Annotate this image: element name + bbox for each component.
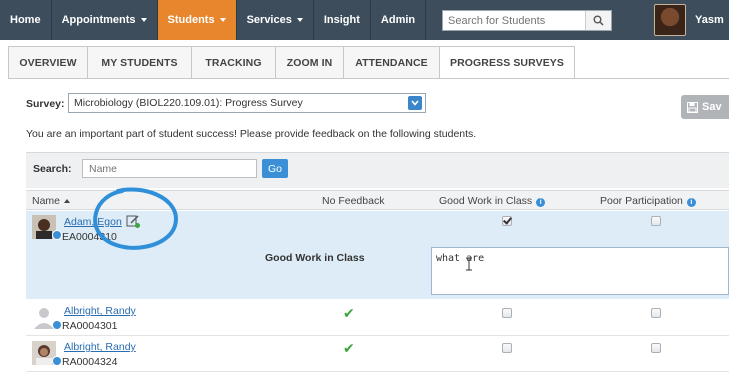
save-button-label: Sav <box>702 101 722 113</box>
nav-students-label: Students <box>167 14 215 26</box>
comment-category-label: Good Work in Class <box>265 252 365 264</box>
chevron-down-icon <box>296 18 303 22</box>
column-header-no-feedback: No Feedback <box>322 195 385 207</box>
student-id: RA0004324 <box>62 356 118 368</box>
save-button[interactable]: Sav <box>681 95 729 119</box>
student-search-input[interactable] <box>443 11 585 30</box>
tab-zoom-in-label: ZOOM IN <box>286 56 333 69</box>
tab-progress-surveys-label: PROGRESS SURVEYS <box>449 57 565 69</box>
name-search-input[interactable] <box>82 159 257 178</box>
tab-my-students-label: MY STUDENTS <box>101 56 178 69</box>
poor-participation-checkbox[interactable] <box>651 216 661 226</box>
magnify-icon[interactable] <box>52 356 62 366</box>
poor-participation-checkbox[interactable] <box>651 308 661 318</box>
nav-home[interactable]: Home <box>0 0 52 40</box>
column-poor-participation-label: Poor Participation <box>600 195 683 207</box>
top-navigation: Home Appointments Students Services Insi… <box>0 0 729 40</box>
info-icon[interactable]: i <box>686 198 696 207</box>
good-work-checkbox[interactable] <box>502 343 512 353</box>
nav-admin-label: Admin <box>380 14 416 26</box>
nav-insight-label: Insight <box>323 14 360 26</box>
column-header-good-work: Good Work in Class i <box>439 195 546 207</box>
student-name-link[interactable]: Albright, Randy <box>64 341 136 353</box>
column-name-label: Name <box>32 195 61 207</box>
tab-overview-label: OVERVIEW <box>19 56 77 69</box>
check-mark-icon[interactable]: ✔ <box>343 305 355 322</box>
annotation-circle <box>93 187 179 250</box>
tab-overview[interactable]: OVERVIEW <box>8 46 88 78</box>
nav-students[interactable]: Students <box>157 0 237 40</box>
student-id: RA0004301 <box>62 320 118 332</box>
search-icon <box>593 15 604 26</box>
tab-attendance-label: ATTENDANCE <box>355 56 428 69</box>
column-header-name[interactable]: Name <box>32 195 71 207</box>
chevron-down-icon <box>408 96 422 110</box>
sort-ascending-icon <box>64 199 71 203</box>
tab-tracking-label: TRACKING <box>205 56 262 69</box>
nav-home-label: Home <box>10 14 41 26</box>
search-button[interactable] <box>585 11 611 30</box>
nav-appointments[interactable]: Appointments <box>52 0 158 40</box>
tab-zoom-in[interactable]: ZOOM IN <box>275 46 344 78</box>
user-avatar[interactable] <box>654 4 686 36</box>
check-mark-icon[interactable]: ✔ <box>343 340 355 357</box>
magnify-icon[interactable] <box>52 230 62 240</box>
nav-admin[interactable]: Admin <box>371 0 427 40</box>
chevron-down-icon <box>140 18 147 22</box>
column-good-work-label: Good Work in Class <box>439 195 533 207</box>
tab-tracking[interactable]: TRACKING <box>191 46 276 78</box>
good-work-checkbox[interactable] <box>502 308 512 318</box>
floppy-disk-icon <box>687 101 698 113</box>
info-icon[interactable]: i <box>536 198 546 207</box>
survey-label: Survey: <box>26 98 65 110</box>
table-search-label: Search: <box>33 163 72 175</box>
survey-selected-value: Microbiology (BIOL220.109.01): Progress … <box>74 97 303 109</box>
text-cursor-icon <box>466 257 472 271</box>
chevron-down-icon <box>219 18 226 22</box>
tab-attendance[interactable]: ATTENDANCE <box>343 46 440 78</box>
poor-participation-checkbox[interactable] <box>651 343 661 353</box>
feedback-comment-textarea[interactable]: what are <box>431 247 729 295</box>
global-student-search <box>442 10 612 31</box>
student-tabs: OVERVIEW MY STUDENTS TRACKING ZOOM IN AT… <box>8 46 575 79</box>
survey-select[interactable]: Microbiology (BIOL220.109.01): Progress … <box>68 93 426 113</box>
nav-services[interactable]: Services <box>237 0 314 40</box>
intro-text: You are an important part of student suc… <box>26 128 477 140</box>
good-work-checkbox[interactable] <box>502 216 512 226</box>
tabs-divider <box>8 78 729 79</box>
magnify-icon[interactable] <box>52 320 62 330</box>
go-button[interactable]: Go <box>262 159 288 178</box>
nav-insight[interactable]: Insight <box>314 0 371 40</box>
nav-appointments-label: Appointments <box>61 14 136 26</box>
tab-my-students[interactable]: MY STUDENTS <box>87 46 192 78</box>
user-name[interactable]: Yasm <box>695 14 724 26</box>
tab-progress-surveys[interactable]: PROGRESS SURVEYS <box>439 46 575 79</box>
nav-services-label: Services <box>246 14 292 26</box>
student-name-link[interactable]: Albright, Randy <box>64 305 136 317</box>
column-header-poor-participation: Poor Participation i <box>600 195 696 207</box>
